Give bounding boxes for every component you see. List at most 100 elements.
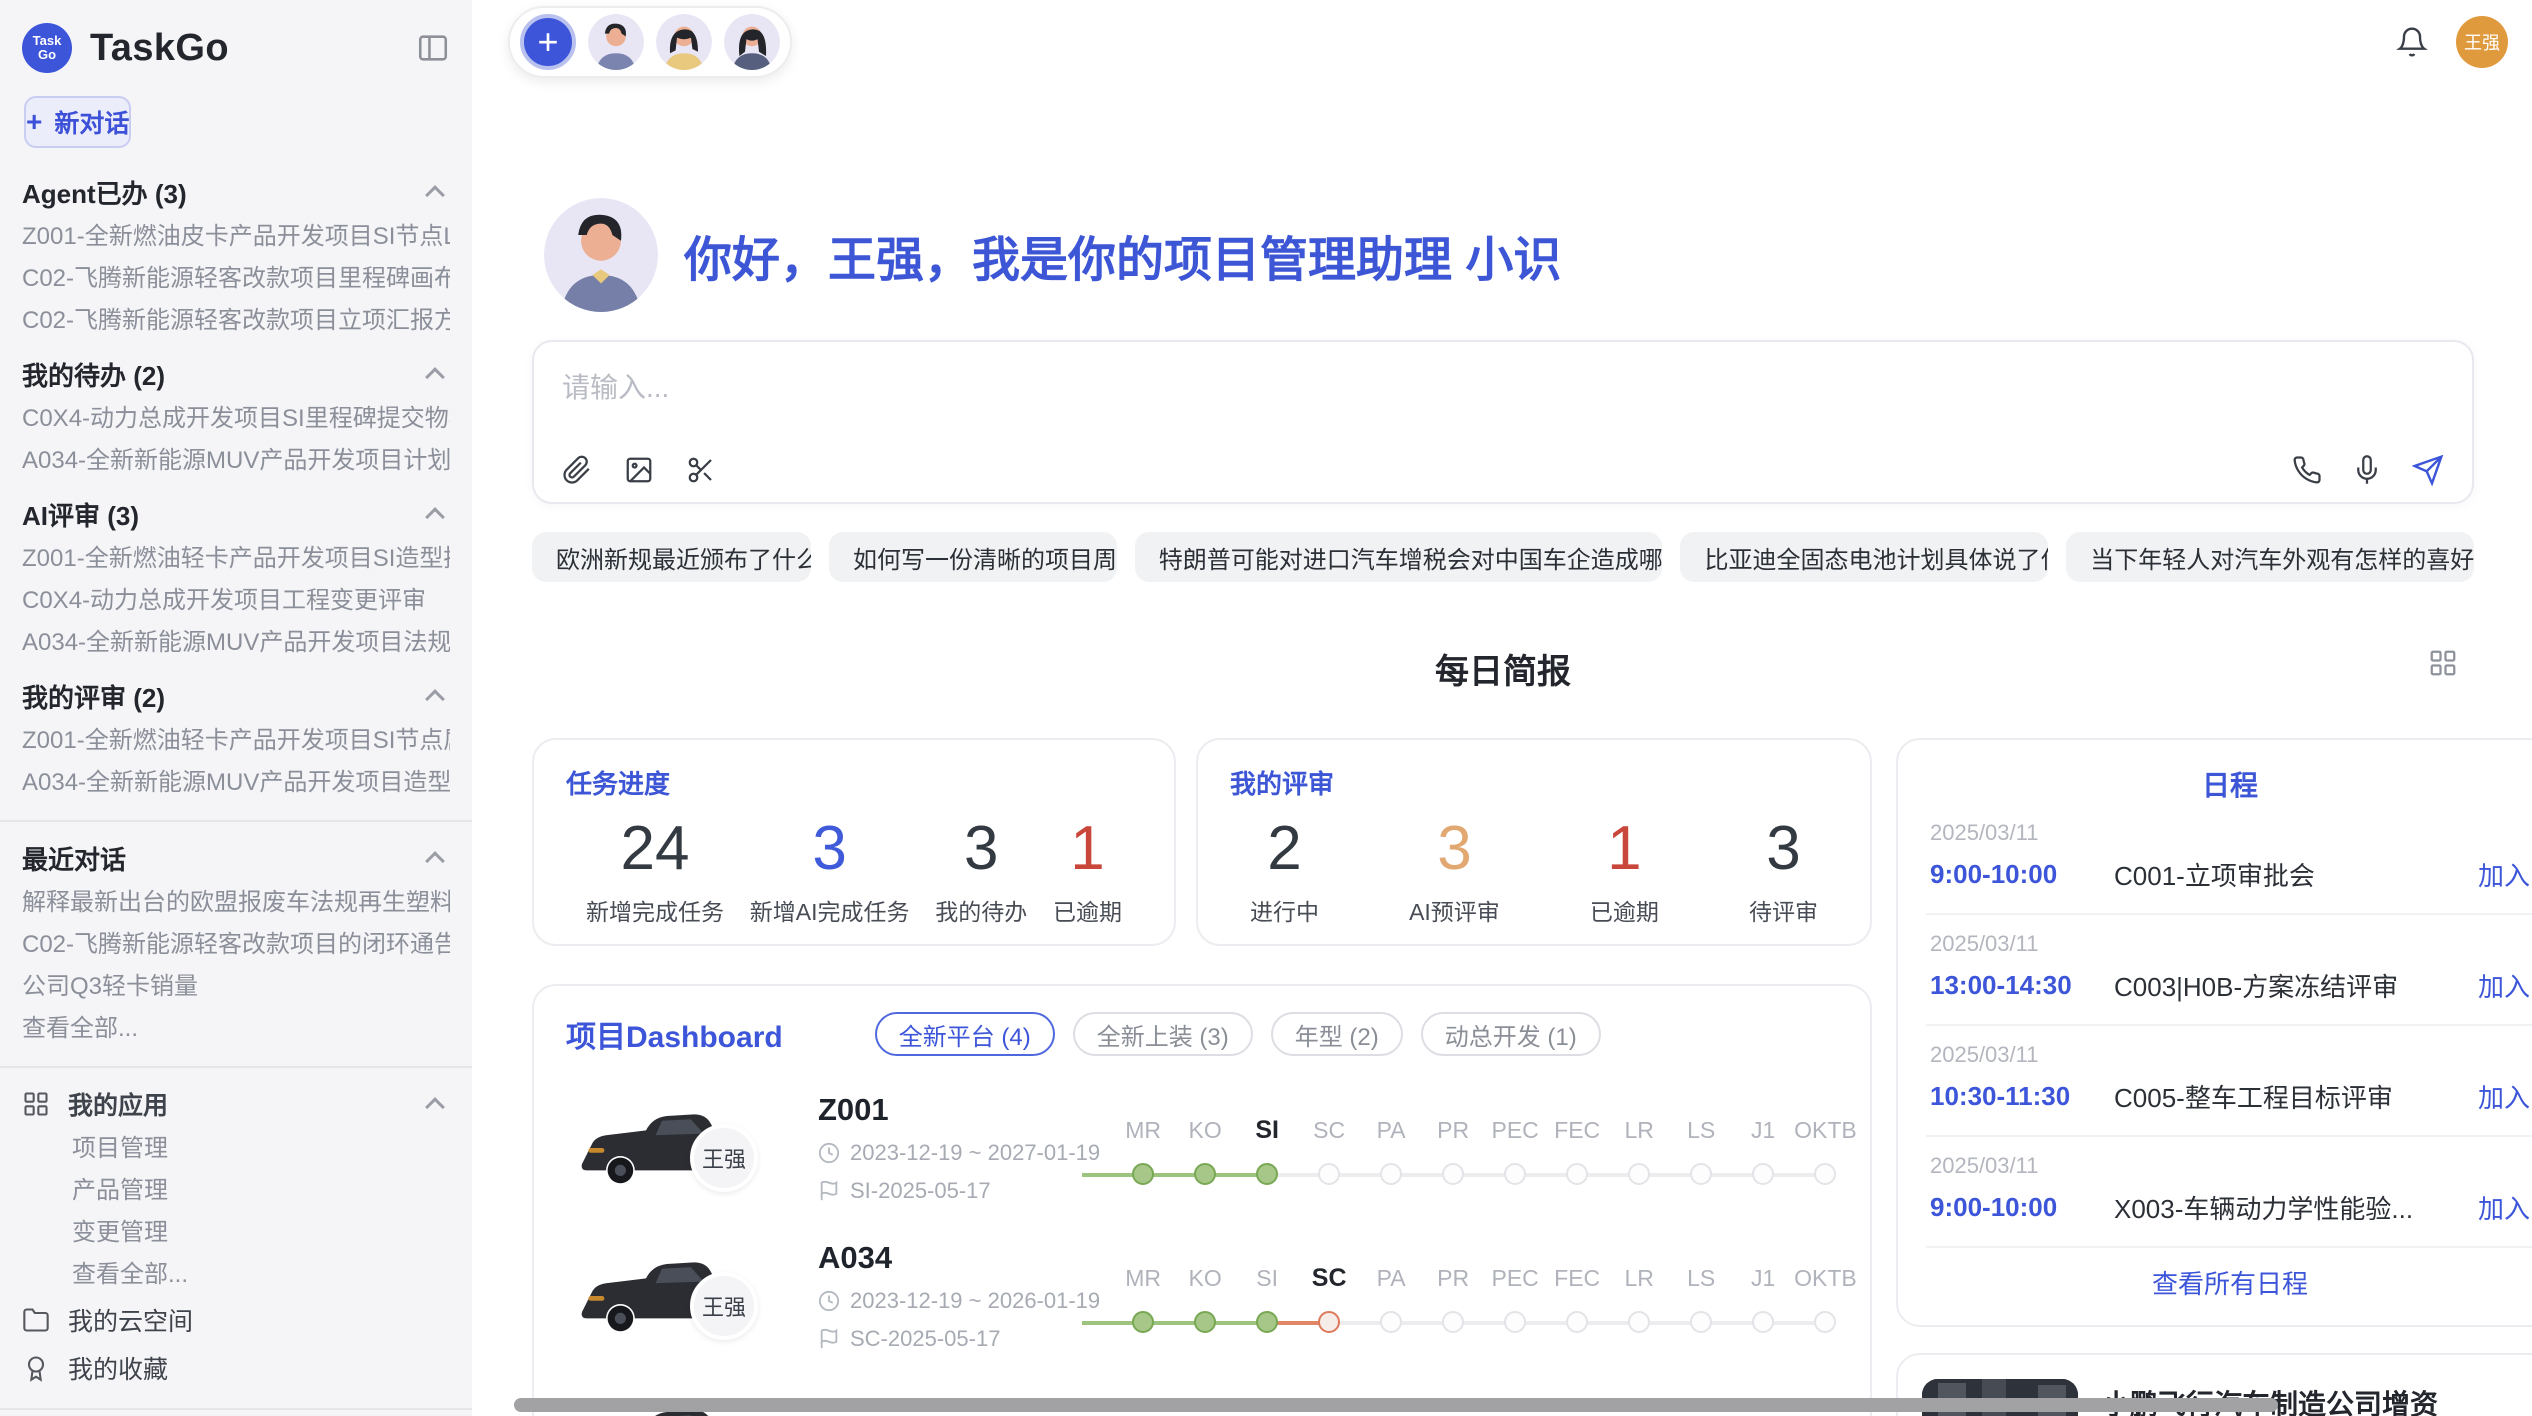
chevron-up-icon[interactable] [425, 185, 445, 205]
phone-icon[interactable] [2292, 455, 2322, 485]
view-all-apps[interactable]: 查看全部... [22, 1254, 450, 1296]
join-link[interactable]: 加入 [2478, 856, 2530, 893]
list-item[interactable]: A034-全新新能源MUV产品开发项目法规符合性评审 [22, 622, 450, 664]
microphone-icon[interactable] [2352, 455, 2382, 485]
suggestion-chip[interactable]: 比亚迪全固态电池计划具体说了什么 [1680, 532, 2048, 582]
filter-pill[interactable]: 全新上装 (3) [1073, 1012, 1253, 1056]
collapse-sidebar-icon[interactable] [416, 31, 450, 65]
recent-chat-item[interactable]: 公司Q3轻卡销量 [22, 966, 450, 1008]
recent-chat-item[interactable]: C02-飞腾新能源轻客改款项目的闭环通告反馈情况 [22, 924, 450, 966]
milestone: OKTB [1794, 1115, 1856, 1185]
list-item[interactable]: C0X4-动力总成开发项目工程变更评审 [22, 580, 450, 622]
project-flag-date: SC-2025-05-17 [850, 1326, 1000, 1352]
sidebar-item-my-apps[interactable]: 我的应用 [22, 1080, 450, 1128]
list-item[interactable]: Z001-全新燃油轻卡产品开发项目SI造型提交物评审 [22, 538, 450, 580]
card-title: 任务进度 [566, 764, 1142, 801]
section-recent-chats[interactable]: 最近对话 [22, 834, 450, 882]
project-code: A034 [818, 1240, 1100, 1276]
recent-chat-item[interactable]: 解释最新出台的欧盟报废车法规再生塑料比例被调至15%... [22, 882, 450, 924]
stat-value: 3 [750, 813, 910, 885]
chevron-up-icon[interactable] [425, 367, 445, 387]
add-member-button[interactable]: + [520, 14, 576, 70]
schedule-name: C003|H0B-方案冻结评审 [2114, 967, 2478, 1004]
join-link[interactable]: 加入 [2478, 1189, 2530, 1226]
list-item[interactable]: A034-全新新能源MUV产品开发项目造型可行性评审 [22, 762, 450, 804]
chat-input[interactable] [562, 366, 2444, 454]
join-link[interactable]: 加入 [2478, 967, 2530, 1004]
list-item[interactable]: C02-飞腾新能源轻客改款项目里程碑画布 [22, 258, 450, 300]
chevron-up-icon[interactable] [425, 507, 445, 527]
filter-pill[interactable]: 动总开发 (1) [1421, 1012, 1601, 1056]
view-all-schedule-link[interactable]: 查看所有日程 [1926, 1248, 2532, 1305]
stat-label: 我的待办 [935, 893, 1027, 927]
milestone-dot [1132, 1163, 1154, 1185]
stat-value: 3 [1749, 813, 1818, 885]
suggestion-chip[interactable]: 当下年轻人对汽车外观有怎样的喜好趋势 [2066, 532, 2474, 582]
project-row[interactable]: 王强 Z001 2023-12-19 ~ 2027-01-19 [566, 1092, 1838, 1204]
bell-icon[interactable] [2396, 26, 2428, 58]
suggestion-chip[interactable]: 特朗普可能对进口汽车增税会对中国车企造成哪些影响 [1135, 532, 1663, 582]
stat: 3 新增AI完成任务 [750, 813, 910, 927]
app-item[interactable]: 变更管理 [22, 1212, 450, 1254]
chevron-up-icon[interactable] [425, 851, 445, 871]
milestone-dot [1814, 1311, 1836, 1333]
project-car-image: 王强 [566, 1092, 758, 1204]
filter-pill[interactable]: 年型 (2) [1271, 1012, 1403, 1056]
schedule-time: 13:00-14:30 [1930, 970, 2094, 1001]
list-item[interactable]: C02-飞腾新能源轻客改款项目立项汇报方案 [22, 300, 450, 342]
section-my-todo[interactable]: 我的待办 (2) [22, 350, 450, 398]
stat-label: 待评审 [1749, 893, 1818, 927]
list-item[interactable]: A034-全新新能源MUV产品开发项目计划变更表编写 [22, 440, 450, 482]
app-item[interactable]: 项目管理 [22, 1128, 450, 1170]
award-icon [22, 1354, 50, 1382]
new-chat-label: 新对话 [54, 104, 129, 140]
milestone-dot [1504, 1163, 1526, 1185]
milestone-dot [1628, 1311, 1650, 1333]
greeting-row: 你好，王强，我是你的项目管理助理 小识 [544, 198, 2474, 312]
filter-pill[interactable]: 全新平台 (4) [875, 1012, 1055, 1056]
schedule-item: 2025/03/11 9:00-10:00 C001-立项审批会 加入 [1926, 804, 2532, 915]
input-toolbar [562, 454, 2444, 486]
dashboard-title: 项目Dashboard [566, 1012, 783, 1056]
sidebar-item-cloud-space[interactable]: 我的云空间 [22, 1296, 450, 1344]
join-link[interactable]: 加入 [2478, 1078, 2530, 1115]
suggestion-chip[interactable]: 如何写一份清晰的项目周报 [829, 532, 1117, 582]
chevron-up-icon[interactable] [425, 1097, 445, 1117]
sidebar-item-favorites[interactable]: 我的收藏 [22, 1344, 450, 1392]
milestone-dot [1628, 1163, 1650, 1185]
view-all-chats[interactable]: 查看全部... [22, 1008, 450, 1050]
app-item[interactable]: 产品管理 [22, 1170, 450, 1212]
schedule-item: 2025/03/11 10:30-11:30 C005-整车工程目标评审 加入 [1926, 1026, 2532, 1137]
schedule-name: C005-整车工程目标评审 [2114, 1078, 2478, 1115]
chevron-up-icon[interactable] [425, 689, 445, 709]
stat: 3 待评审 [1749, 813, 1818, 927]
section-my-review[interactable]: 我的评审 (2) [22, 672, 450, 720]
image-upload-icon[interactable] [624, 455, 654, 485]
section-title: 我的待办 (2) [22, 356, 165, 393]
schedule-card: 日程 2025/03/11 9:00-10:00 C001-立项审批会 加入 2… [1896, 738, 2532, 1327]
user-avatar[interactable]: 王强 [2456, 16, 2508, 68]
stat: 1 已逾期 [1590, 813, 1659, 927]
avatar[interactable] [656, 14, 712, 70]
avatar[interactable] [588, 14, 644, 70]
layout-grid-icon[interactable] [2428, 648, 2458, 678]
schedule-name: X003-车辆动力学性能验... [2114, 1189, 2478, 1226]
section-ai-review[interactable]: AI评审 (3) [22, 490, 450, 538]
list-item[interactable]: Z001-全新燃油轻卡产品开发项目SI节点属性5D文件评审 [22, 720, 450, 762]
section-agent-done[interactable]: Agent已办 (3) [22, 168, 450, 216]
new-chat-button[interactable]: + 新对话 [24, 96, 131, 148]
milestone-strip: MR KO SI SC PA PR PEC FEC LR LS J1 [1112, 1259, 1856, 1333]
suggestion-chip[interactable]: 欧洲新规最近颁布了什么? [532, 532, 811, 582]
list-item[interactable]: Z001-全新燃油皮卡产品开发项目SI节点Lesson Learn报告 [22, 216, 450, 258]
schedule-time: 9:00-10:00 [1930, 859, 2094, 890]
horizontal-scrollbar[interactable] [514, 1398, 2278, 1412]
task-progress-card: 任务进度 24 新增完成任务 3 新增AI完成任务 [532, 738, 1176, 946]
avatar[interactable] [724, 14, 780, 70]
list-item[interactable]: C0X4-动力总成开发项目SI里程碑提交物检查 [22, 398, 450, 440]
project-row[interactable]: 王强 A034 2023-12-19 ~ 2026-01-19 [566, 1240, 1838, 1352]
stat-label: 新增完成任务 [586, 893, 724, 927]
scissors-icon[interactable] [686, 455, 716, 485]
flag-icon [818, 1180, 840, 1202]
send-icon[interactable] [2412, 454, 2444, 486]
attachment-icon[interactable] [562, 455, 592, 485]
